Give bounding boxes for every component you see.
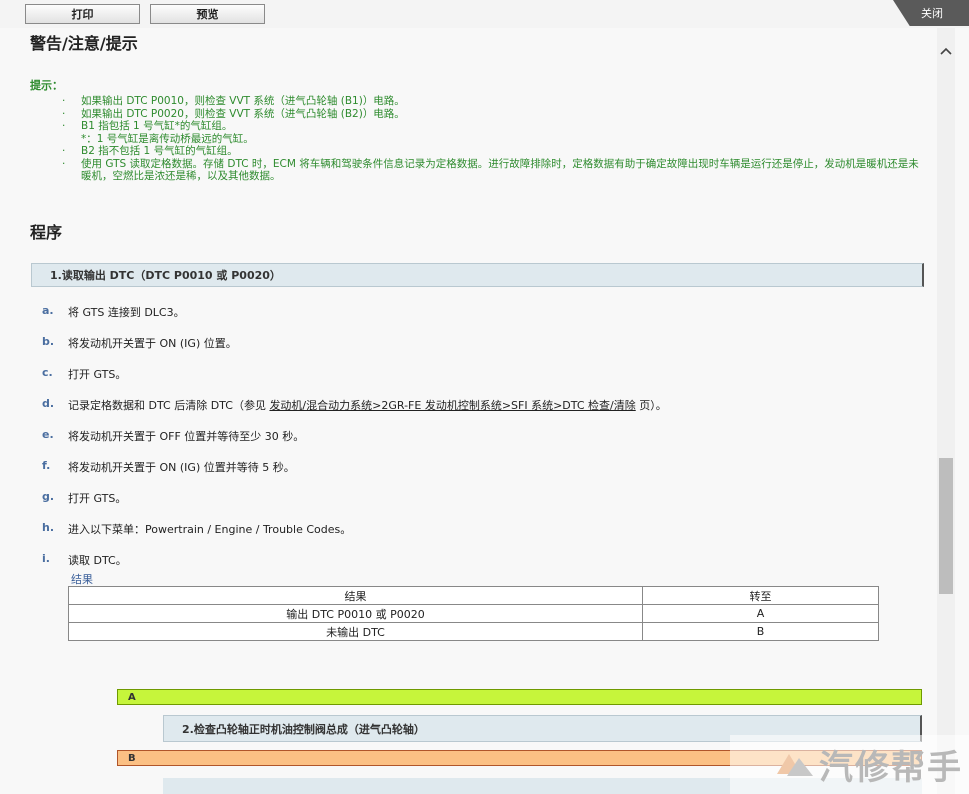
print-button[interactable]: 打印 [25, 4, 140, 24]
toolbar: 打印 预览 关闭 [0, 0, 969, 28]
step-letter: b. [42, 335, 55, 348]
watermark-logo-icon [777, 753, 813, 776]
vertical-scrollbar[interactable] [937, 28, 955, 794]
step-text: 打开 GTS。 [68, 368, 127, 381]
hint-item: · B2 指不包括 1 号气缸的气缸组。 [62, 145, 922, 158]
header-goto: 转至 [642, 586, 879, 605]
bullet: · [62, 157, 66, 170]
scrollbar-thumb[interactable] [939, 458, 953, 594]
step-letter: a. [42, 304, 54, 317]
step-letter: g. [42, 490, 55, 503]
table-row: 输出 DTC P0010 或 P0020 A [68, 604, 879, 623]
hint-text: 使用 GTS 读取定格数据。存储 DTC 时，ECM 将车辆和驾驶条件信息记录为… [81, 157, 919, 183]
bullet: · [62, 107, 66, 120]
close-button[interactable]: 关闭 [893, 0, 969, 26]
step-letter: c. [42, 366, 53, 379]
procedure-title: 程序 [30, 223, 63, 242]
results-caption: 结果 [71, 573, 93, 586]
step-text-after: 页）。 [635, 399, 667, 412]
substep-b: b. 将发动机开关置于 ON (IG) 位置。 [42, 335, 237, 351]
step-text-before: 记录定格数据和 DTC 后清除 DTC（参见 [68, 399, 270, 412]
warning-title: 警告/注意/提示 [30, 34, 138, 53]
bullet: · [62, 145, 66, 157]
hint-text: *：1 号气缸是离传动桥最远的气缸。 [81, 132, 254, 145]
step-text: 进入以下菜单：Powertrain / Engine / Trouble Cod… [68, 523, 352, 536]
step-letter: e. [42, 428, 54, 441]
header-result: 结果 [68, 586, 643, 605]
results-table: 结果 转至 输出 DTC P0010 或 P0020 A 未输出 DTC B [68, 586, 879, 641]
hint-item: · B1 指包括 1 号气缸*的气缸组。 [62, 120, 922, 133]
substep-i: i. 读取 DTC。 [42, 552, 127, 568]
substep-a: a. 将 GTS 连接到 DLC3。 [42, 304, 185, 320]
substep-c: c. 打开 GTS。 [42, 366, 126, 382]
hint-text: B2 指不包括 1 号气缸的气缸组。 [81, 145, 238, 157]
hint-label: 提示： [30, 79, 63, 92]
table-header-row: 结果 转至 [68, 586, 879, 605]
hint-item: *：1 号气缸是离传动桥最远的气缸。 [62, 133, 922, 146]
substep-h: h. 进入以下菜单：Powertrain / Engine / Trouble C… [42, 521, 351, 537]
substep-g: g. 打开 GTS。 [42, 490, 126, 506]
bullet [62, 133, 81, 146]
scroll-up-icon[interactable] [937, 42, 955, 60]
substep-d: d. 记录定格数据和 DTC 后清除 DTC（参见 发动机/混合动力系统>2GR-… [42, 397, 667, 413]
branch-a-bar[interactable]: A [117, 689, 922, 705]
step-text: 记录定格数据和 DTC 后清除 DTC（参见 发动机/混合动力系统>2GR-FE… [68, 397, 667, 413]
step-letter: i. [42, 552, 50, 565]
step-text: 打开 GTS。 [68, 492, 127, 505]
bullet: · [62, 120, 66, 132]
cell-goto: A [642, 604, 879, 623]
preview-button[interactable]: 预览 [150, 4, 265, 24]
step-letter: h. [42, 521, 55, 534]
cell-result: 输出 DTC P0010 或 P0020 [68, 604, 643, 623]
bullet: · [62, 95, 66, 107]
watermark-text: 汽修帮手 [819, 748, 963, 788]
hint-item: · 如果输出 DTC P0020，则检查 VVT 系统（进气凸轮轴 (B2)）电路… [62, 108, 922, 121]
cell-goto: B [642, 622, 879, 641]
close-label: 关闭 [921, 7, 943, 20]
hint-item: · 如果输出 DTC P0010，则检查 VVT 系统（进气凸轮轴 (B1)）电路… [62, 95, 922, 108]
step-text: 将发动机开关置于 ON (IG) 位置并等待 5 秒。 [68, 461, 295, 474]
step-letter: d. [42, 397, 55, 410]
step-text: 将 GTS 连接到 DLC3。 [68, 306, 185, 319]
substep-f: f. 将发动机开关置于 ON (IG) 位置并等待 5 秒。 [42, 459, 295, 475]
step-text: 将发动机开关置于 ON (IG) 位置。 [68, 337, 237, 350]
hint-item: · 使用 GTS 读取定格数据。存储 DTC 时，ECM 将车辆和驾驶条件信息记录… [62, 158, 922, 183]
hint-text: 如果输出 DTC P0010，则检查 VVT 系统（进气凸轮轴 (B1)）电路。 [81, 95, 405, 107]
hint-text: 如果输出 DTC P0020，则检查 VVT 系统（进气凸轮轴 (B2)）电路。 [81, 107, 405, 120]
step-1-header: 1.读取输出 DTC（DTC P0010 或 P0020） [31, 263, 924, 287]
cell-result: 未输出 DTC [68, 622, 643, 641]
step-text: 读取 DTC。 [68, 554, 127, 567]
watermark: 汽修帮手 [730, 735, 969, 794]
dtc-check-link[interactable]: 发动机/混合动力系统>2GR-FE 发动机控制系统>SFI 系统>DTC 检查/… [269, 399, 635, 412]
hint-text: B1 指包括 1 号气缸*的气缸组。 [81, 120, 233, 132]
step-letter: f. [42, 459, 51, 472]
table-row: 未输出 DTC B [68, 622, 879, 641]
step-text: 将发动机开关置于 OFF 位置并等待至少 30 秒。 [68, 430, 305, 443]
hint-list: · 如果输出 DTC P0010，则检查 VVT 系统（进气凸轮轴 (B1)）电路… [62, 95, 922, 183]
substep-e: e. 将发动机开关置于 OFF 位置并等待至少 30 秒。 [42, 428, 304, 444]
